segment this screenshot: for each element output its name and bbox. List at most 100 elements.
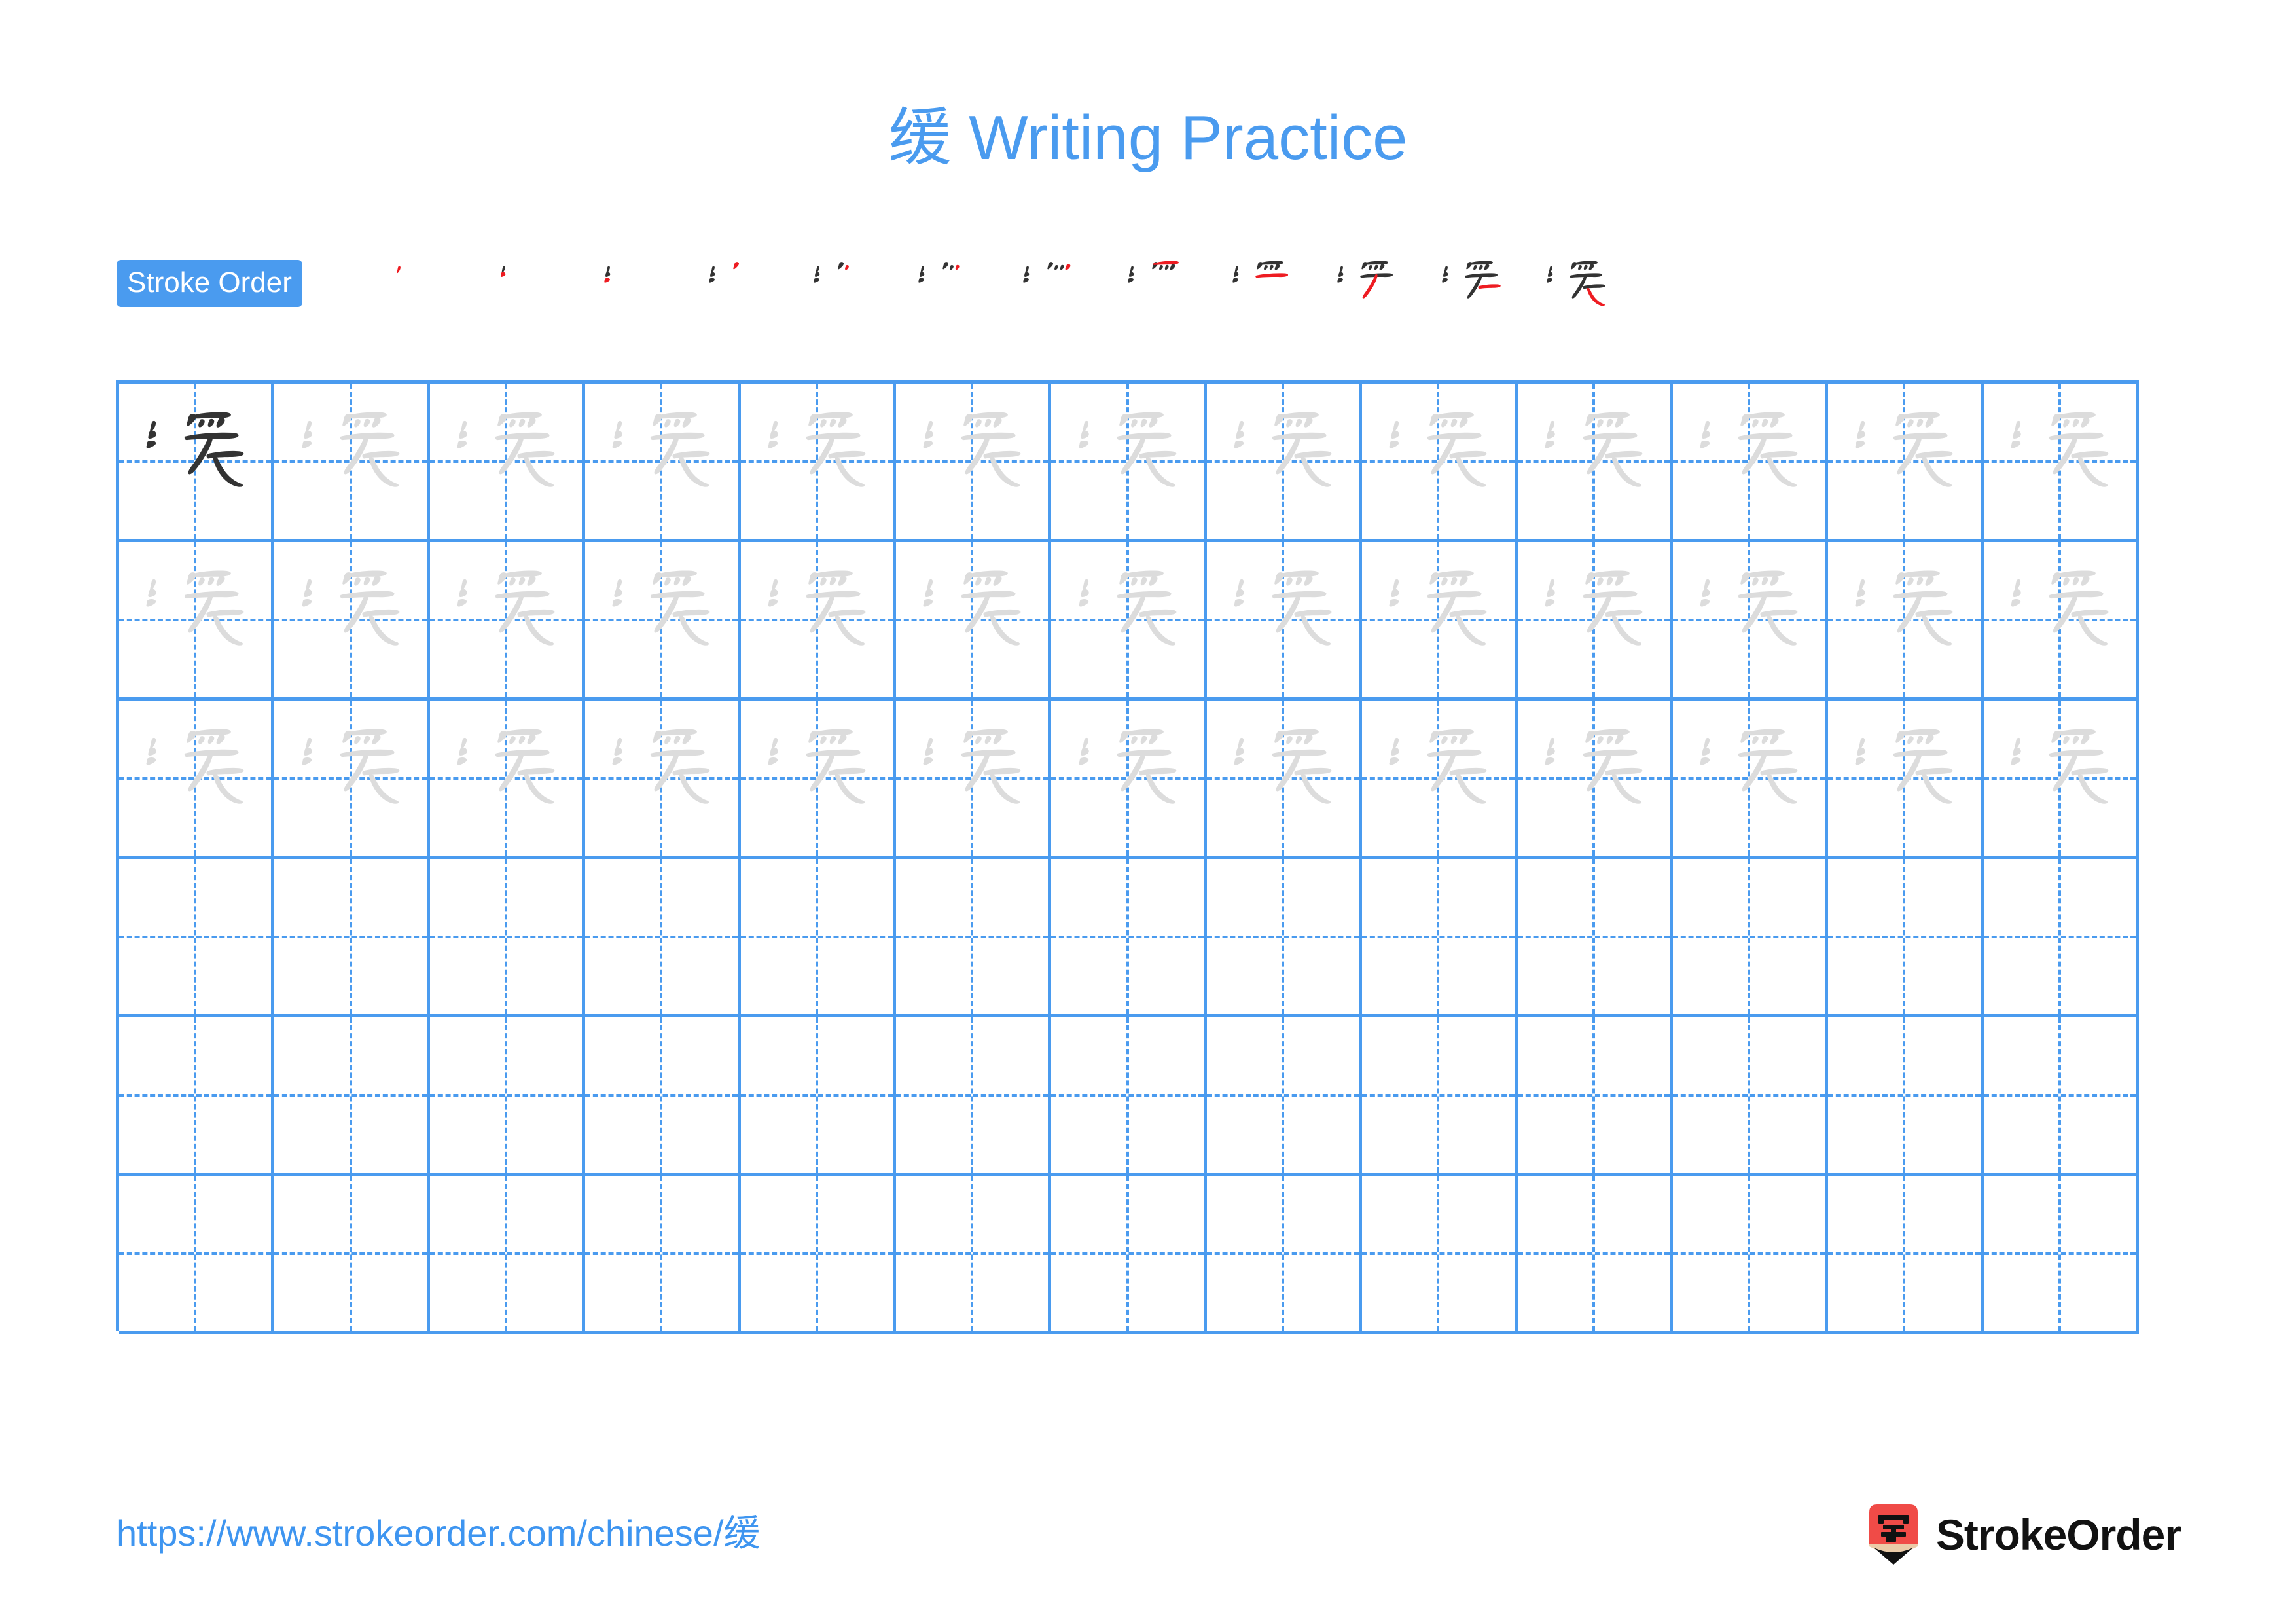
practice-cell[interactable] bbox=[1206, 1176, 1363, 1334]
practice-cell[interactable] bbox=[1983, 701, 2140, 859]
practice-cell[interactable] bbox=[119, 1176, 275, 1334]
practice-cell[interactable] bbox=[740, 1176, 896, 1334]
practice-cell[interactable] bbox=[1206, 1017, 1363, 1176]
cell-horizontal-guide bbox=[119, 935, 272, 938]
tracing-character bbox=[741, 701, 893, 856]
practice-cell[interactable] bbox=[274, 542, 430, 701]
practice-cell[interactable] bbox=[1828, 859, 1984, 1017]
practice-cell[interactable] bbox=[119, 384, 275, 542]
practice-cell[interactable] bbox=[740, 542, 896, 701]
model-character bbox=[119, 384, 271, 539]
practice-cell[interactable] bbox=[429, 701, 586, 859]
practice-cell[interactable] bbox=[895, 542, 1052, 701]
practice-cell[interactable] bbox=[1051, 384, 1207, 542]
practice-cell[interactable] bbox=[429, 859, 586, 1017]
practice-cell[interactable] bbox=[429, 384, 586, 542]
practice-cell[interactable] bbox=[585, 384, 741, 542]
practice-cell[interactable] bbox=[1672, 384, 1829, 542]
practice-cell[interactable] bbox=[1828, 542, 1984, 701]
practice-cell[interactable] bbox=[1362, 1176, 1518, 1334]
practice-cell[interactable] bbox=[895, 384, 1052, 542]
practice-cell[interactable] bbox=[1051, 701, 1207, 859]
practice-cell[interactable] bbox=[274, 701, 430, 859]
practice-cell[interactable] bbox=[119, 1017, 275, 1176]
practice-cell[interactable] bbox=[585, 542, 741, 701]
practice-cell[interactable] bbox=[895, 859, 1052, 1017]
practice-cell[interactable] bbox=[740, 701, 896, 859]
practice-cell[interactable] bbox=[1517, 384, 1673, 542]
practice-cell[interactable] bbox=[1983, 859, 2140, 1017]
practice-cell[interactable] bbox=[585, 1017, 741, 1176]
practice-cell[interactable] bbox=[1362, 384, 1518, 542]
practice-cell[interactable] bbox=[1051, 542, 1207, 701]
stroke-order-step-5 bbox=[791, 252, 895, 331]
practice-cell[interactable] bbox=[1517, 1176, 1673, 1334]
practice-cell[interactable] bbox=[1206, 542, 1363, 701]
practice-cell[interactable] bbox=[1362, 701, 1518, 859]
practice-cell[interactable] bbox=[895, 701, 1052, 859]
practice-cell[interactable] bbox=[1672, 859, 1829, 1017]
practice-cell[interactable] bbox=[1828, 1017, 1984, 1176]
practice-cell[interactable] bbox=[1672, 701, 1829, 859]
practice-cell[interactable] bbox=[1051, 1017, 1207, 1176]
stroke-order-step-3 bbox=[581, 252, 686, 331]
tracing-character bbox=[1984, 384, 2136, 539]
practice-cell[interactable] bbox=[274, 1176, 430, 1334]
cell-horizontal-guide bbox=[274, 1093, 427, 1097]
practice-cell[interactable] bbox=[895, 1017, 1052, 1176]
practice-cell[interactable] bbox=[1517, 701, 1673, 859]
practice-cell[interactable] bbox=[1983, 1176, 2140, 1334]
practice-cell[interactable] bbox=[1206, 859, 1363, 1017]
practice-cell[interactable] bbox=[740, 1017, 896, 1176]
practice-cell[interactable] bbox=[1362, 1017, 1518, 1176]
practice-cell[interactable] bbox=[1672, 1176, 1829, 1334]
cell-horizontal-guide bbox=[585, 935, 738, 938]
practice-cell[interactable] bbox=[1672, 1017, 1829, 1176]
practice-cell[interactable] bbox=[1206, 384, 1363, 542]
practice-cell[interactable] bbox=[1828, 384, 1984, 542]
tracing-character bbox=[1673, 542, 1825, 697]
practice-cell[interactable] bbox=[429, 1176, 586, 1334]
tracing-character bbox=[1984, 542, 2136, 697]
practice-cell[interactable] bbox=[1051, 1176, 1207, 1334]
tracing-character bbox=[896, 384, 1048, 539]
practice-cell[interactable] bbox=[274, 1017, 430, 1176]
brand-logo[interactable]: StrokeOrder bbox=[1865, 1504, 2181, 1565]
practice-cell[interactable] bbox=[585, 859, 741, 1017]
practice-cell[interactable] bbox=[1362, 542, 1518, 701]
tracing-character bbox=[585, 384, 737, 539]
stroke-order-step-11 bbox=[1419, 252, 1524, 331]
practice-cell[interactable] bbox=[1983, 1017, 2140, 1176]
practice-cell[interactable] bbox=[1517, 542, 1673, 701]
practice-cell[interactable] bbox=[585, 701, 741, 859]
practice-cell[interactable] bbox=[1362, 859, 1518, 1017]
cell-horizontal-guide bbox=[1983, 1252, 2136, 1255]
tracing-character bbox=[274, 542, 426, 697]
cell-horizontal-guide bbox=[1051, 1093, 1204, 1097]
practice-cell[interactable] bbox=[740, 859, 896, 1017]
practice-cell[interactable] bbox=[1983, 542, 2140, 701]
practice-cell[interactable] bbox=[1983, 384, 2140, 542]
tracing-character bbox=[1362, 384, 1514, 539]
practice-cell[interactable] bbox=[1828, 1176, 1984, 1334]
practice-cell[interactable] bbox=[1051, 859, 1207, 1017]
practice-cell[interactable] bbox=[274, 384, 430, 542]
practice-cell[interactable] bbox=[429, 1017, 586, 1176]
cell-horizontal-guide bbox=[1672, 1252, 1825, 1255]
practice-cell[interactable] bbox=[1517, 859, 1673, 1017]
practice-cell[interactable] bbox=[585, 1176, 741, 1334]
practice-cell[interactable] bbox=[1206, 701, 1363, 859]
practice-cell[interactable] bbox=[1672, 542, 1829, 701]
practice-cell[interactable] bbox=[895, 1176, 1052, 1334]
practice-cell[interactable] bbox=[119, 542, 275, 701]
stroke-order-step-4 bbox=[686, 252, 791, 331]
practice-cell[interactable] bbox=[119, 859, 275, 1017]
practice-cell[interactable] bbox=[429, 542, 586, 701]
practice-cell[interactable] bbox=[1517, 1017, 1673, 1176]
practice-cell[interactable] bbox=[274, 859, 430, 1017]
practice-grid bbox=[116, 380, 2140, 1334]
practice-cell[interactable] bbox=[119, 701, 275, 859]
practice-cell[interactable] bbox=[1828, 701, 1984, 859]
practice-cell[interactable] bbox=[740, 384, 896, 542]
source-url[interactable]: https://www.strokeorder.com/chinese/缓 bbox=[117, 1512, 761, 1554]
